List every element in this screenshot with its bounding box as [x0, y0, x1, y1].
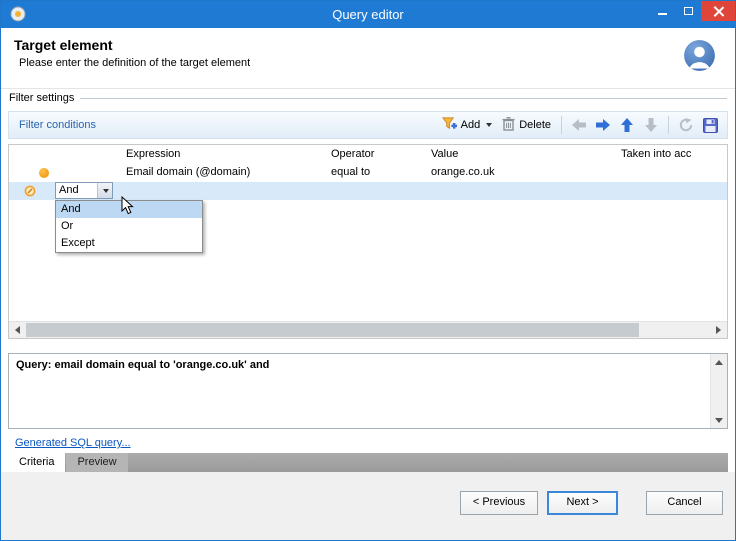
query-summary-text: Query: email domain equal to 'orange.co.…	[16, 359, 270, 371]
connector-combobox-value: And	[59, 184, 79, 196]
tab-criteria[interactable]: Criteria	[8, 453, 66, 472]
close-icon	[713, 6, 723, 16]
condition-bullet-icon	[39, 168, 49, 178]
delete-button[interactable]: Delete	[497, 115, 556, 136]
scroll-left-button[interactable]	[9, 322, 26, 338]
horizontal-scrollbar-thumb[interactable]	[26, 323, 639, 337]
group-divider	[80, 98, 727, 99]
condition-operator: equal to	[331, 166, 371, 178]
generated-sql-query-link[interactable]: Generated SQL query...	[15, 437, 131, 449]
column-header-expression: Expression	[126, 148, 181, 160]
delete-button-label: Delete	[519, 119, 551, 131]
move-down-button[interactable]	[639, 116, 663, 134]
connector-combobox[interactable]: And	[55, 182, 113, 199]
trash-icon	[502, 116, 515, 134]
dropdown-option-except[interactable]: Except	[56, 235, 202, 252]
minimize-icon	[657, 13, 667, 15]
move-left-button[interactable]	[567, 116, 591, 134]
scroll-down-button[interactable]	[711, 412, 727, 428]
arrow-down-icon	[645, 118, 657, 132]
arrow-up-icon	[621, 118, 633, 132]
page-title: Target element	[14, 37, 113, 53]
scroll-right-icon	[716, 326, 721, 334]
move-right-button[interactable]	[591, 116, 615, 134]
filter-conditions-table: Expression Operator Value Taken into acc…	[8, 144, 728, 339]
filter-conditions-label: Filter conditions	[19, 119, 97, 131]
maximize-button[interactable]	[675, 1, 701, 21]
horizontal-scrollbar[interactable]	[9, 321, 727, 338]
scroll-up-button[interactable]	[711, 354, 727, 370]
table-row-connector-selected[interactable]: And	[9, 182, 727, 200]
scroll-right-button[interactable]	[710, 322, 727, 338]
column-header-value: Value	[431, 148, 459, 160]
refresh-icon	[679, 118, 693, 132]
query-summary-box[interactable]: Query: email domain equal to 'orange.co.…	[8, 353, 728, 429]
query-editor-window: Query editor Target element Please enter…	[0, 0, 736, 541]
tab-preview[interactable]: Preview	[66, 453, 128, 472]
close-button[interactable]	[701, 1, 735, 21]
column-header-operator: Operator	[331, 148, 375, 160]
row-edit-icon	[24, 185, 36, 197]
chevron-down-icon	[103, 188, 109, 193]
arrow-left-icon	[572, 119, 586, 131]
table-header-row: Expression Operator Value Taken into acc	[9, 145, 727, 164]
dropdown-option-or[interactable]: Or	[56, 218, 202, 235]
add-dropdown-caret-icon	[486, 123, 493, 127]
scroll-up-icon	[715, 359, 723, 365]
maximize-icon	[683, 7, 693, 15]
minimize-button[interactable]	[649, 1, 675, 21]
previous-button[interactable]: < Previous	[460, 491, 538, 515]
window-title: Query editor	[332, 7, 404, 22]
add-filter-icon	[441, 116, 457, 134]
arrow-right-icon	[596, 119, 610, 131]
next-button[interactable]: Next >	[547, 491, 618, 515]
save-icon	[702, 117, 718, 133]
move-up-button[interactable]	[615, 116, 639, 134]
filter-settings-group: Filter settings	[9, 91, 727, 105]
window-controls	[649, 1, 735, 21]
bottom-tabstrip: Criteria Preview	[8, 453, 728, 472]
vertical-scrollbar[interactable]	[710, 354, 727, 428]
add-button[interactable]: Add	[437, 114, 498, 136]
table-row-condition[interactable]: Email domain (@domain) equal to orange.c…	[9, 164, 727, 182]
wizard-header: Target element Please enter the definiti…	[1, 28, 735, 89]
save-button[interactable]	[698, 116, 722, 135]
column-header-taken-into-account: Taken into acc	[621, 148, 692, 160]
condition-expression: Email domain (@domain)	[126, 166, 251, 178]
filter-settings-label: Filter settings	[9, 92, 75, 104]
filter-toolbar: Filter conditions Add Delete	[8, 111, 728, 139]
scroll-left-icon	[15, 326, 20, 334]
mouse-cursor-icon	[121, 195, 134, 219]
connector-combobox-dropdown-button[interactable]	[97, 183, 112, 198]
scroll-down-icon	[715, 417, 723, 423]
toolbar-separator	[561, 116, 562, 134]
add-button-label: Add	[460, 119, 481, 131]
cancel-button[interactable]: Cancel	[646, 491, 723, 515]
refresh-button[interactable]	[674, 116, 698, 134]
user-avatar-icon	[684, 40, 715, 71]
dialog-footer: < Previous Next > Cancel	[1, 472, 735, 540]
toolbar-separator	[668, 116, 669, 134]
titlebar[interactable]: Query editor	[1, 1, 735, 28]
page-subtitle: Please enter the definition of the targe…	[19, 57, 251, 69]
condition-value: orange.co.uk	[431, 166, 495, 178]
